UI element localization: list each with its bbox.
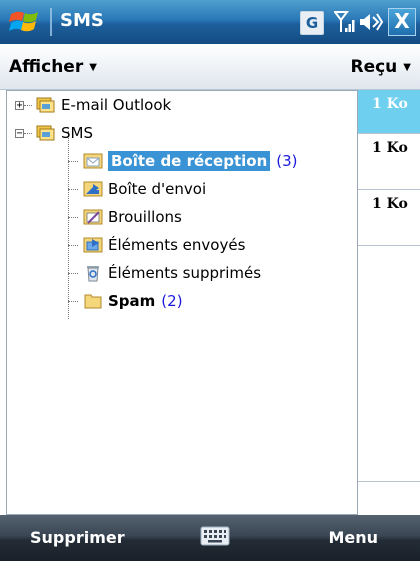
unread-count: (3) <box>276 152 298 170</box>
message-size: 1 Ko <box>372 96 408 112</box>
chevron-down-icon: ▼ <box>403 62 411 73</box>
message-list[interactable]: 1 Ko 1 Ko 1 Ko <box>358 90 420 515</box>
view-header: Afficher ▼ Reçu ▼ <box>0 44 420 90</box>
folder-label: Boîte d'envoi <box>108 180 207 198</box>
sort-by-label: Reçu <box>350 57 398 77</box>
folder-label: Brouillons <box>108 208 182 226</box>
deleted-items-icon <box>87 266 99 282</box>
gprs-status-icon[interactable]: G <box>300 11 324 35</box>
message-row[interactable]: 1 Ko <box>358 190 420 246</box>
sort-by-button[interactable]: Reçu ▼ <box>350 57 411 77</box>
folder-label: Boîte de réception <box>108 151 271 171</box>
message-size: 1 Ko <box>372 140 408 156</box>
tree-item-sms[interactable]: − SMS <box>7 119 347 147</box>
tree-item-label: SMS <box>61 124 93 142</box>
folder-label: Éléments envoyés <box>108 236 246 254</box>
folder-label: Éléments supprimés <box>108 264 262 282</box>
folder-deleted-items[interactable]: Éléments supprimés <box>7 259 347 287</box>
delete-softkey[interactable]: Supprimer <box>30 528 125 547</box>
show-menu-button[interactable]: Afficher ▼ <box>9 57 97 77</box>
folder-sent-items[interactable]: Éléments envoyés <box>7 231 347 259</box>
menu-softkey[interactable]: Menu <box>328 528 378 547</box>
sms-account-icon <box>36 125 55 141</box>
sent-items-icon <box>83 237 103 253</box>
inbox-icon <box>83 153 103 169</box>
message-row <box>358 246 420 482</box>
folder-outbox[interactable]: Boîte d'envoi <box>7 175 347 203</box>
tree-item-email-outlook[interactable]: + E-mail Outlook <box>7 91 347 119</box>
message-size: 1 Ko <box>372 196 408 212</box>
folder-tree[interactable]: + E-mail Outlook − SMS Boîte de réceptio… <box>6 90 358 515</box>
mail-account-icon <box>36 97 55 113</box>
window-title: SMS <box>60 10 104 31</box>
signal-strength-icon[interactable] <box>334 8 356 36</box>
show-menu-label: Afficher <box>9 57 84 77</box>
message-row[interactable]: 1 Ko <box>358 90 420 134</box>
folder-icon <box>84 294 102 309</box>
outbox-icon <box>83 181 103 197</box>
folder-inbox[interactable]: Boîte de réception (3) <box>7 147 347 175</box>
folder-drafts[interactable]: Brouillons <box>7 203 347 231</box>
folder-label: Spam <box>108 292 156 310</box>
expand-icon[interactable]: + <box>15 101 24 111</box>
chevron-down-icon: ▼ <box>89 62 97 73</box>
collapse-icon[interactable]: − <box>15 129 24 139</box>
title-bar: SMS G X <box>0 0 420 44</box>
close-button[interactable]: X <box>388 8 416 36</box>
softkey-bar: Supprimer Menu <box>0 515 420 561</box>
message-row[interactable]: 1 Ko <box>358 134 420 190</box>
volume-icon[interactable] <box>358 8 384 36</box>
drafts-icon <box>83 209 103 225</box>
windows-start-icon[interactable] <box>8 6 44 38</box>
unread-count: (2) <box>161 292 183 310</box>
keyboard-icon[interactable] <box>200 525 230 547</box>
title-separator <box>50 8 52 36</box>
folder-spam[interactable]: Spam (2) <box>7 287 347 315</box>
tree-item-label: E-mail Outlook <box>61 96 172 114</box>
